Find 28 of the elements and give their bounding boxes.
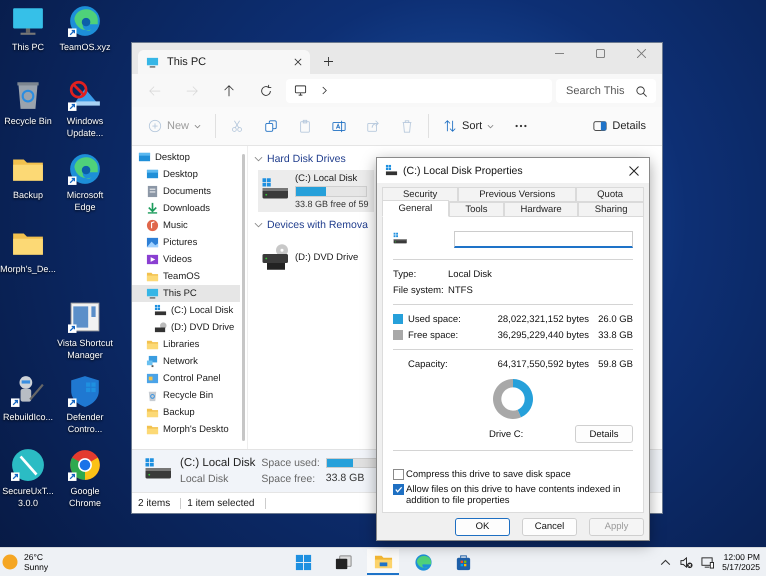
checkbox-label: Compress this drive to save disk space [406, 469, 571, 480]
property-value: Local Disk [448, 268, 492, 280]
property-label: Type: [393, 268, 418, 280]
property-value: NTFS [448, 284, 473, 296]
space-size: 26.0 GB [597, 314, 633, 325]
drive-type: Local Disk [180, 473, 230, 485]
dialog-title: (C:) Local Disk Properties [403, 164, 523, 177]
drive-name: (C:) Local Disk [180, 457, 256, 469]
status-text: 1 item selected [181, 498, 266, 508]
checkbox-label: Allow files on this drive to have contents indexed in addition to file properties [406, 484, 622, 506]
space-label: Used space: [408, 314, 462, 325]
drive-label: Drive C: [489, 428, 524, 440]
drive-free-space: 33.8 GB free of 59 [295, 199, 369, 209]
capacity-label: Capacity: [408, 358, 449, 370]
property-label: File system: [393, 284, 445, 296]
space-free-label: Space free: [261, 473, 316, 485]
tab-title: This PC [167, 56, 208, 68]
space-size: 33.8 GB [597, 330, 633, 341]
space-bytes: 36,295,229,440 bytes [496, 330, 589, 341]
status-text: 2 items [132, 498, 182, 508]
space-used-label: Space used: [261, 457, 320, 469]
space-free-value: 33.8 GB [326, 472, 366, 484]
capacity-bytes: 64,317,550,592 bytes [496, 358, 589, 370]
drive-name: (D:) DVD Drive [295, 252, 358, 262]
drive-name: (C:) Local Disk [295, 173, 358, 184]
capacity-size: 59.8 GB [597, 358, 633, 370]
space-label: Free space: [408, 330, 460, 341]
space-bytes: 28,022,321,152 bytes [496, 314, 589, 325]
